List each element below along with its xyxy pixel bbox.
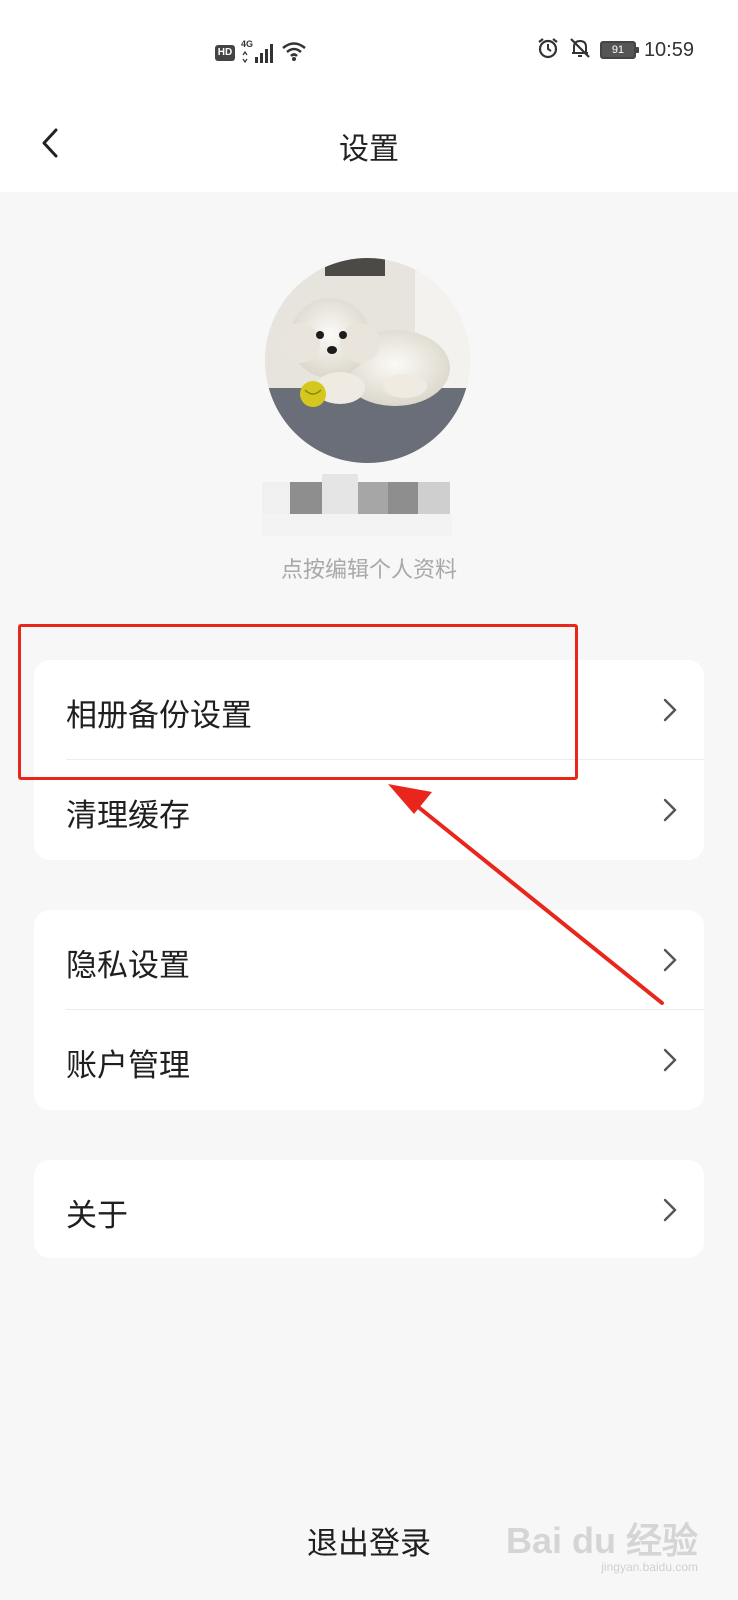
menu-item-label: 账户管理 (66, 1048, 190, 1084)
chevron-right-icon (663, 1048, 677, 1072)
dog-photo (265, 258, 470, 463)
status-left: HD 4G (215, 39, 307, 66)
chevron-right-icon (663, 698, 677, 722)
page-title: 设置 (339, 132, 399, 167)
alarm-icon (536, 36, 560, 64)
menu-item-account-management[interactable]: 账户管理 (34, 1010, 704, 1110)
status-bar: HD 4G 91 10:59 (0, 0, 738, 100)
chevron-right-icon (663, 948, 677, 972)
hd-icon: HD (215, 45, 235, 61)
chevron-right-icon (663, 1198, 677, 1222)
header: 设置 (0, 100, 738, 192)
signal-4g-icon: 4G (241, 39, 275, 65)
menu-item-clear-cache[interactable]: 清理缓存 (34, 760, 704, 860)
mute-bell-icon (568, 36, 592, 64)
settings-group-about: 关于 (34, 1160, 704, 1258)
menu-item-about[interactable]: 关于 (34, 1160, 704, 1258)
clock: 10:59 (643, 38, 694, 61)
username-blurred[interactable] (262, 474, 460, 538)
menu-item-label: 相册备份设置 (66, 698, 252, 734)
menu-item-label: 清理缓存 (66, 798, 190, 834)
menu-item-label: 关于 (66, 1198, 128, 1234)
menu-item-album-backup[interactable]: 相册备份设置 (34, 660, 704, 760)
battery-icon: 91 (599, 41, 639, 59)
menu-item-privacy[interactable]: 隐私设置 (34, 910, 704, 1010)
watermark-logo: Bai du 经验 (505, 1520, 698, 1561)
network-type-label: 4G (241, 39, 254, 49)
watermark-url: jingyan.baidu.com (601, 1560, 698, 1574)
avatar[interactable] (265, 258, 470, 463)
status-right: 91 10:59 (536, 36, 694, 64)
settings-group-storage: 相册备份设置 清理缓存 (34, 660, 704, 860)
wifi-icon (281, 40, 307, 66)
menu-item-label: 隐私设置 (66, 948, 190, 984)
edit-profile-hint[interactable]: 点按编辑个人资料 (0, 552, 738, 584)
settings-group-account: 隐私设置 账户管理 (34, 910, 704, 1110)
chevron-right-icon (663, 798, 677, 822)
